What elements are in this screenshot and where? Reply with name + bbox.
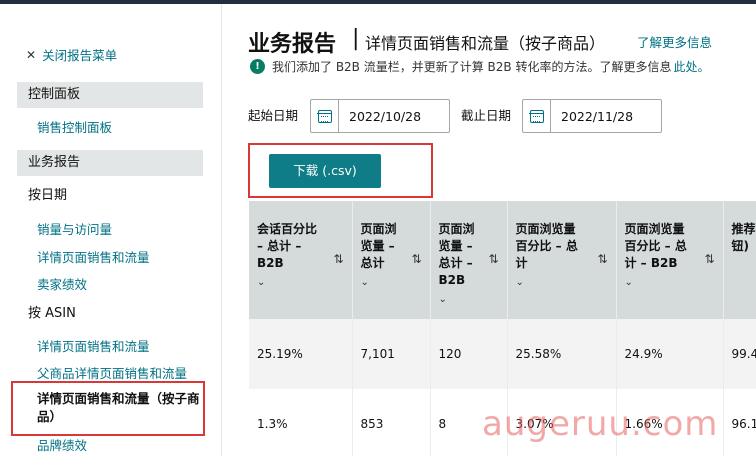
- sidebar-item-sales-traffic[interactable]: 销量与访问量: [37, 219, 112, 238]
- chevron-down-icon: ⌄: [257, 277, 266, 288]
- table-cell: 853: [352, 389, 431, 456]
- report-sidebar: ✕ 关闭报告菜单 控制面板 销售控制面板 业务报告 按日期 销量与访问量 详情页…: [0, 4, 222, 456]
- sidebar-item-brand-performance[interactable]: 品牌绩效: [37, 435, 87, 454]
- close-report-menu-link[interactable]: ✕ 关闭报告菜单: [26, 45, 117, 64]
- label-by-asin: 按 ASIN: [28, 306, 76, 321]
- page-subtitle: 详情页面销售和流量（按子商品）: [365, 34, 606, 53]
- column-header-page-views-total-b2b[interactable]: 页面浏 览量 – 总计 – B2B ⌄ ⇅: [430, 201, 508, 319]
- table-cell: 96.1: [723, 389, 756, 456]
- sort-icon[interactable]: ⇅: [597, 251, 607, 268]
- download-csv-button[interactable]: 下载 (.csv): [269, 154, 381, 188]
- table-row: 25.19% 7,101 120 25.58% 24.9% 99.4: [249, 319, 756, 389]
- end-calendar-button[interactable]: [523, 100, 551, 132]
- sort-icon[interactable]: ⇅: [333, 251, 343, 268]
- page-title: 业务报告: [248, 32, 337, 57]
- end-date-picker: [522, 99, 662, 133]
- close-report-menu-label: 关闭报告菜单: [42, 48, 118, 63]
- sidebar-item-seller-performance[interactable]: 卖家绩效: [37, 274, 87, 293]
- column-header-page-views-total[interactable]: 页面浏 览量 – 总计 ⌄ ⇅: [352, 201, 431, 319]
- table-cell: 7,101: [352, 319, 431, 389]
- end-date-label: 截止日期: [461, 108, 512, 123]
- column-header-page-views-pct-total-b2b[interactable]: 页面浏览量 百分比 – 总 计 – B2B ⌄ ⇅: [616, 201, 724, 319]
- chevron-down-icon: ⌄: [360, 277, 369, 288]
- column-header-session-pct-b2b[interactable]: 会话百分比 – 总计 – B2B ⌄ ⇅: [249, 201, 353, 319]
- section-dashboard: 控制面板: [17, 82, 203, 108]
- sort-icon[interactable]: ⇅: [488, 251, 498, 268]
- section-business-reports: 业务报告: [17, 150, 203, 176]
- sidebar-item-asin-detail-page[interactable]: 详情页面销售和流量: [37, 336, 150, 355]
- watermark: augeruu.com: [482, 404, 719, 444]
- column-header-page-views-pct-total[interactable]: 页面浏览量 百分比 – 总 计 ⌄ ⇅: [507, 201, 617, 319]
- notice-text: 我们添加了 B2B 流量栏，并更新了计算 B2B 转化率的方法。了解更多信息: [272, 60, 672, 74]
- table-cell: 1.3%: [249, 389, 353, 456]
- chevron-down-icon: ⌄: [515, 277, 524, 288]
- end-date-input[interactable]: [551, 100, 661, 132]
- label-by-date: 按日期: [28, 188, 68, 203]
- table-cell: 120: [430, 319, 508, 389]
- table-header-row: 会话百分比 – 总计 – B2B ⌄ ⇅ 页面浏 览量 – 总计 ⌄ ⇅ 页面浏…: [249, 201, 756, 319]
- calendar-icon: [529, 109, 544, 123]
- table-cell: 99.4: [723, 319, 756, 389]
- sidebar-item-parent-detail-page[interactable]: 父商品详情页面销售和流量: [37, 363, 187, 382]
- calendar-icon: [317, 109, 332, 123]
- check-circle-icon: !: [250, 59, 265, 74]
- title-separator: |: [352, 26, 360, 51]
- start-date-label: 起始日期: [248, 108, 299, 123]
- close-icon: ✕: [26, 47, 37, 62]
- notice-here-link[interactable]: 此处。: [673, 58, 709, 75]
- chevron-down-icon: ⌄: [624, 277, 633, 288]
- table-cell: 24.9%: [616, 319, 724, 389]
- sidebar-item-detail-page-sales[interactable]: 详情页面销售和流量: [37, 247, 150, 266]
- sort-icon[interactable]: ⇅: [411, 251, 421, 268]
- column-header-featured-offer[interactable]: 推荐 钮): [723, 201, 756, 319]
- chevron-down-icon: ⌄: [438, 294, 447, 305]
- learn-more-link[interactable]: 了解更多信息: [637, 32, 712, 51]
- sort-icon[interactable]: ⇅: [704, 251, 714, 268]
- table-cell: 25.19%: [249, 319, 353, 389]
- sidebar-item-child-detail-page-active[interactable]: 详情页面销售和流量（按子商品）: [37, 390, 202, 426]
- start-calendar-button[interactable]: [311, 100, 339, 132]
- sidebar-item-sales-dashboard[interactable]: 销售控制面板: [37, 117, 112, 136]
- table-cell: 25.58%: [507, 319, 617, 389]
- start-date-input[interactable]: [339, 100, 449, 132]
- b2b-notice: ! 我们添加了 B2B 流量栏，并更新了计算 B2B 转化率的方法。了解更多信息…: [250, 58, 709, 75]
- start-date-picker: [310, 99, 450, 133]
